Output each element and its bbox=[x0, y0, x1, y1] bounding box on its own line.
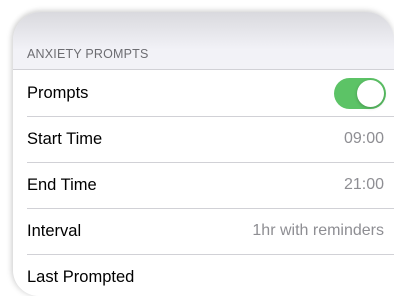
prompts-row[interactable]: Prompts bbox=[13, 70, 394, 116]
end-time-value: 21:00 bbox=[343, 176, 384, 193]
interval-label: Interval bbox=[27, 221, 82, 240]
settings-screen: ANXIETY PROMPTS Prompts Start Time 09:00… bbox=[13, 12, 394, 296]
last-prompted-row[interactable]: Last Prompted bbox=[13, 254, 394, 296]
interval-row[interactable]: Interval 1hr with reminders bbox=[13, 208, 394, 254]
start-time-row[interactable]: Start Time 09:00 bbox=[13, 116, 394, 162]
end-time-row[interactable]: End Time 21:00 bbox=[13, 162, 394, 208]
top-fade bbox=[13, 12, 394, 50]
start-time-label: Start Time bbox=[27, 129, 103, 148]
start-time-value: 09:00 bbox=[343, 130, 384, 147]
prompts-label: Prompts bbox=[27, 83, 89, 102]
toggle-knob bbox=[357, 79, 384, 107]
last-prompted-label: Last Prompted bbox=[27, 267, 135, 286]
settings-list: Prompts Start Time 09:00 End Time 21:00 … bbox=[13, 69, 394, 296]
end-time-label: End Time bbox=[27, 175, 97, 194]
section-header: ANXIETY PROMPTS bbox=[27, 47, 149, 61]
prompts-toggle[interactable] bbox=[334, 77, 386, 109]
interval-value: 1hr with reminders bbox=[252, 222, 384, 239]
